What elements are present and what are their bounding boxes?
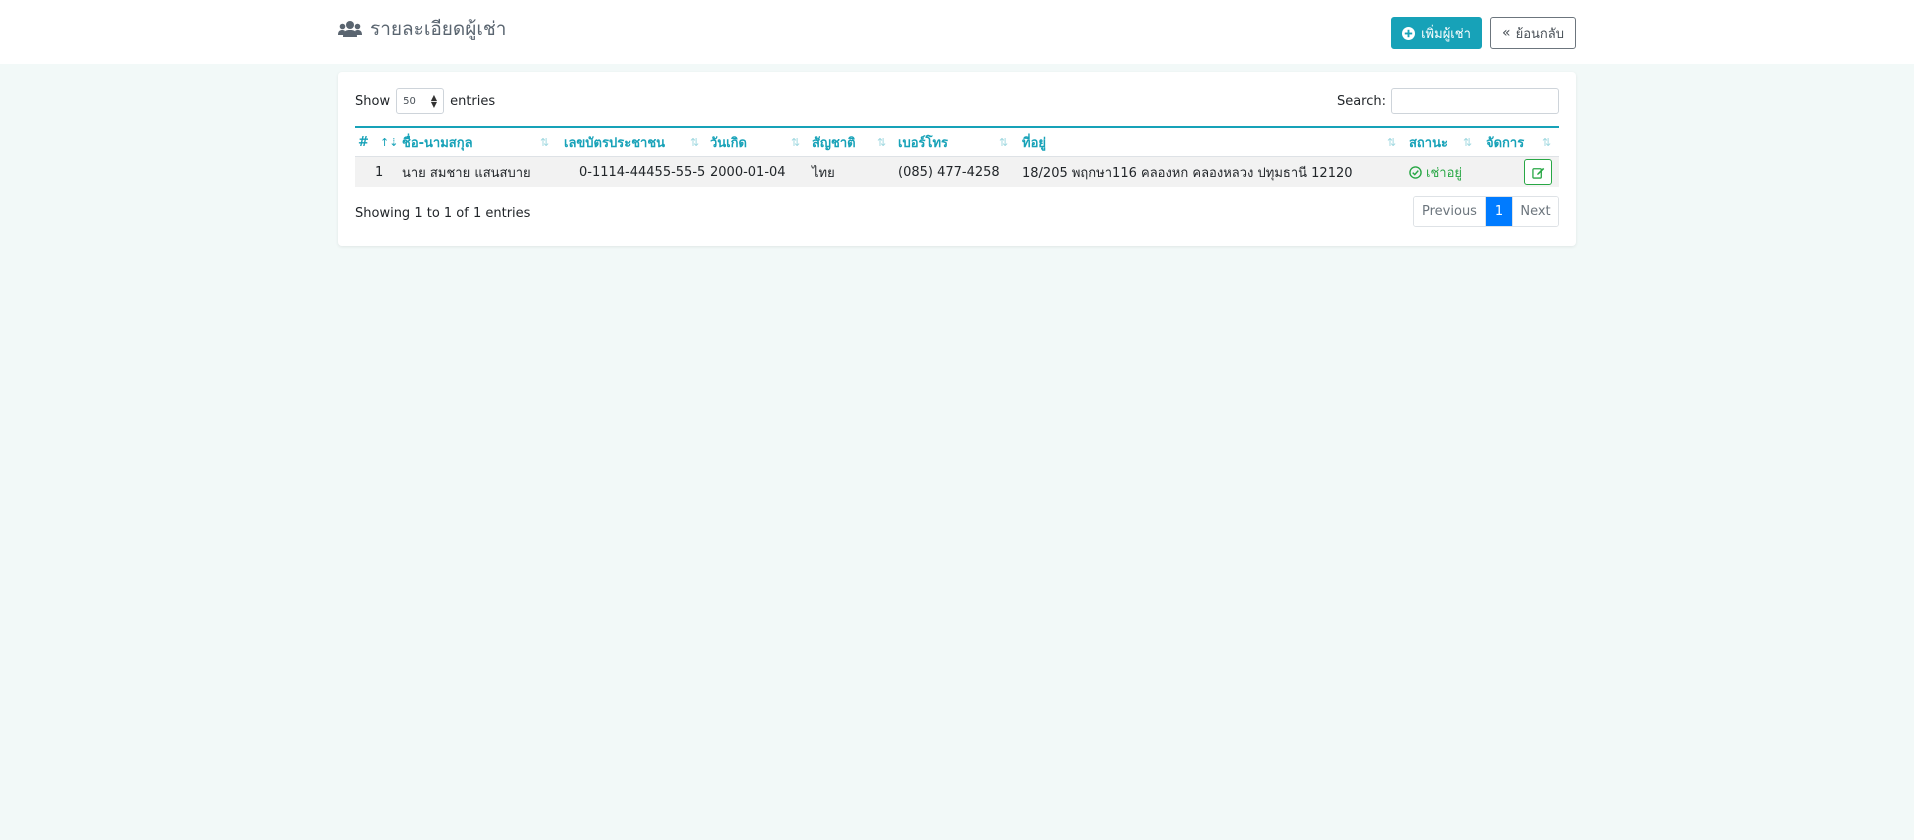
select-arrows-icon: ▲ ▼: [430, 93, 438, 109]
sort-icon: ⇅: [791, 135, 801, 149]
page-title: รายละเอียดผู้เช่า: [338, 14, 506, 44]
pagination-previous[interactable]: Previous: [1414, 197, 1486, 226]
search-control: Search:: [1337, 88, 1559, 114]
sort-icon: ⇅: [540, 135, 550, 149]
double-chevron-left-icon: «: [1502, 25, 1511, 41]
cell-no: 1: [375, 164, 384, 180]
check-circle-icon: [1409, 165, 1422, 179]
column-header-no[interactable]: #: [358, 128, 369, 156]
pagination: Previous 1 Next: [1413, 196, 1559, 227]
cell-birth-date: 2000-01-04: [710, 164, 786, 180]
tenant-table-card: Show 50 ▲ ▼ entries Search: # ↑⇣ ชื่อ-นาม…: [338, 72, 1576, 246]
table-info: Showing 1 to 1 of 1 entries: [355, 206, 531, 221]
column-header-nationality[interactable]: สัญชาติ: [812, 128, 856, 156]
users-icon: [338, 21, 362, 37]
search-label: Search:: [1336, 93, 1386, 109]
cell-phone: (085) 477-4258: [898, 164, 1000, 180]
sort-icon: ⇅: [999, 135, 1009, 149]
cell-address: 18/205 พฤกษา116 คลองหก คลองหลวง ปทุมธานี…: [1022, 165, 1353, 181]
sort-icon: ⇅: [690, 135, 700, 149]
pagination-next[interactable]: Next: [1512, 197, 1558, 226]
edit-icon: [1531, 167, 1544, 179]
status-badge: เช่าอยู่: [1426, 165, 1462, 181]
cell-nationality: ไทย: [812, 165, 835, 181]
column-header-address[interactable]: ที่อยู่: [1022, 128, 1046, 156]
table-header-row: # ↑⇣ ชื่อ-นามสกุล ⇅ เลขบัตรประชาชน ⇅ วัน…: [355, 128, 1559, 157]
pagination-page-1[interactable]: 1: [1486, 197, 1512, 226]
table-row: 1 นาย สมชาย แสนสบาย 0-1114-44455-55-5 20…: [355, 157, 1559, 187]
tenant-table: # ↑⇣ ชื่อ-นามสกุล ⇅ เลขบัตรประชาชน ⇅ วัน…: [355, 126, 1559, 187]
column-header-status[interactable]: สถานะ: [1409, 128, 1448, 156]
back-label: ย้อนกลับ: [1515, 26, 1564, 42]
cell-status: เช่าอยู่: [1409, 157, 1462, 187]
column-header-name[interactable]: ชื่อ-นามสกุล: [402, 128, 473, 156]
column-header-actions[interactable]: จัดการ: [1486, 128, 1524, 156]
show-label: Show: [355, 93, 391, 109]
top-header: รายละเอียดผู้เช่า เพิ่มผู้เช่า « ย้อนกลั…: [0, 0, 1914, 64]
sort-icon: ⇅: [877, 135, 887, 149]
sort-icon: ⇅: [1542, 135, 1552, 149]
column-header-phone[interactable]: เบอร์โทร: [898, 128, 948, 156]
edit-button[interactable]: [1524, 159, 1552, 185]
entries-label: entries: [450, 93, 496, 109]
column-header-birth-date[interactable]: วันเกิด: [710, 128, 747, 156]
search-input[interactable]: [1391, 88, 1559, 114]
back-button[interactable]: « ย้อนกลับ: [1490, 17, 1576, 49]
sort-icon: ⇅: [1463, 135, 1473, 149]
sort-icon: ⇅: [1387, 135, 1397, 149]
page-length-select[interactable]: 50 ▲ ▼: [396, 88, 445, 114]
cell-id-card: 0-1114-44455-55-5: [579, 164, 706, 180]
page-length-control: Show 50 ▲ ▼ entries: [355, 88, 495, 114]
cell-name: นาย สมชาย แสนสบาย: [402, 165, 531, 181]
sort-asc-icon: ↑⇣: [380, 135, 399, 149]
plus-circle-icon: [1402, 26, 1416, 40]
add-tenant-label: เพิ่มผู้เช่า: [1421, 26, 1471, 42]
add-tenant-button[interactable]: เพิ่มผู้เช่า: [1391, 17, 1482, 49]
column-header-id-card[interactable]: เลขบัตรประชาชน: [564, 128, 665, 156]
page-length-value: 50: [403, 95, 416, 107]
page-title-text: รายละเอียดผู้เช่า: [370, 18, 507, 40]
